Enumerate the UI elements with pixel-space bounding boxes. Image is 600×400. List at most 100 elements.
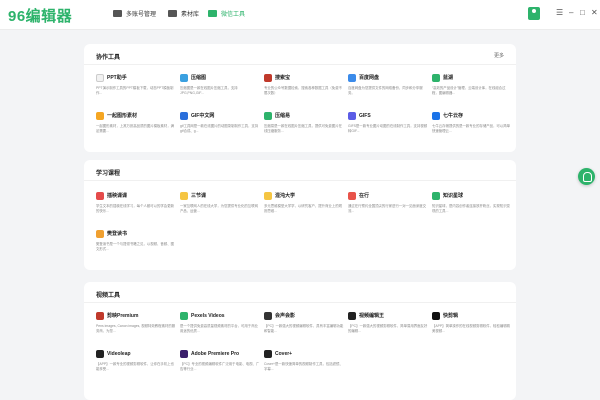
tool-description: Pens images, Canon images, 视频特效教程素材的服务商，… [96,324,176,333]
tool-name: 插秧课课 [107,193,128,199]
tool-description: 【PC】专业的视频编辑软件广泛用于电影、电视、广告等行业... [180,362,260,371]
tool-description: 专业的公众号数据检索，搜索各种数据工具（免费不限次数） [264,86,342,95]
tool-name: 压缩易 [275,113,291,119]
tool-name: Videoleap [107,351,131,357]
tool-item[interactable]: Videoleap 【APP】一款专业的视频剪辑软件，让你在手机上也能享受... [96,350,176,380]
tool-item[interactable]: 剪映Premium Pens images, Canon images, 视频特效… [96,312,176,342]
tool-name: 压缩图 [191,75,207,81]
tool-icon [180,192,188,200]
tool-description: gif工具网是一款在线图片的动图录制制作工具，支持gif合成、g... [180,124,259,133]
tool-icon [432,74,440,82]
tool-name: GIFS [359,113,371,119]
tool-item[interactable]: 樊登读书 樊登读书是一个与提领书籍之见，以视频、音频、图文形式... [96,230,176,260]
tool-item[interactable]: 会声会影 【PC】一款强大的视频编辑软件，具有丰富编辑功能和智能... [264,312,344,342]
section-title: 协作工具 [96,55,121,61]
tool-item[interactable]: Adobe Premiere Pro 【PC】专业的视频编辑软件广泛用于电影、电视… [180,350,260,380]
tool-description: 学生文本的插秧在线学习，每个人都可以的学会更新的快乐... [96,204,174,213]
tool-description: 百度网盘为您提供文件的网络备份、同步和分享服务。 [348,86,423,95]
tool-name: 视频编辑王 [359,313,385,319]
divider [84,302,516,303]
nav-label: 多账号管理 [126,12,157,18]
tool-name: PPT助手 [107,75,127,81]
tool-item[interactable]: Cover+ Cover+是一款快速简单的视频制作工具，包括滤镜、字幕... [264,350,344,380]
user-avatar[interactable] [528,7,540,20]
tool-description: 【PC】一款强大的视频剪辑软件，简单易用界面友好的编辑... [348,324,428,333]
tool-name: 搜索宝 [275,75,291,81]
study-courses-card: 学习课程 插秧课课 学生文本的插秧在线学习，每个人都可以的学会更新的快乐... 三节… [84,160,516,270]
tool-icon [180,74,188,82]
tool-icon [348,74,356,82]
tool-item[interactable]: 七牛云存 七牛云存储提供的是一款专业的存储产品，可以简单快速管理云... [432,112,512,142]
tool-name: 混沌大学 [275,193,296,199]
tool-icon [348,312,356,320]
tool-item[interactable]: 压缩易 压缩易是一款在线图片压缩工具，提供可免费图片在线压缩服务... [264,112,344,142]
tool-name: 三节课 [191,193,207,199]
video-tools-card: 视频工具 剪映Premium Pens images, Canon images,… [84,282,516,400]
app-logo[interactable]: 96编辑器 [8,5,72,26]
nav-wechat-tools[interactable]: 微信工具 [208,9,245,18]
tool-icon [432,112,440,120]
tool-item[interactable]: 蓝湖 “高效的产品设计”管理，云端设计库，在线组合过程，图编辑器... [432,74,512,104]
tool-description: PPT演示制作工具的PPT模板下载，动态PPT模板制作... [96,86,174,95]
tool-icon [180,312,188,320]
tool-icon [96,230,104,238]
tool-icon [432,192,440,200]
tool-item[interactable]: Pexels Videos 是一个提供免费高质量视频素材的平台，可用于商业用途的优… [180,312,260,342]
tool-item[interactable]: 一起图形素材 一起图形素材，上其万张高品质的图片模板素材，满足需要... [96,112,176,142]
tool-description: 樊登读书是一个与提领书籍之见，以视频、音频、图文形式... [96,242,174,251]
tool-icon [264,192,272,200]
tool-item[interactable]: 快剪辑 【APP】简单操作的在线视频剪辑软件，轻松编辑精美视频... [432,312,512,342]
tool-icon [264,112,272,120]
tool-description: GIFS是一款专业图片动图的在线制作工具，支持视频转GIF... [348,124,428,133]
tool-item[interactable]: 在行 通过在行预约全国顶尖的行家进行一对一见面深度交流... [348,192,428,222]
section-title: 学习课程 [96,171,121,177]
nav-multi-account[interactable]: 多账号管理 [113,9,156,18]
floating-assistant-button[interactable] [578,168,595,185]
tool-name: 百度网盘 [359,75,380,81]
tool-item[interactable]: 百度网盘百度网盘为您提供文件的网络备份、同步和分享服务。 [348,74,428,104]
tool-description: 通过在行预约全国顶尖的行家进行一对一见面深度交流... [348,204,426,213]
tool-description: 知识星球，是内容创作者连接铁杆粉丝，实现知识变现的工具... [432,204,510,213]
tool-item[interactable]: GIF中文网 gif工具网是一款在线图片的动图录制制作工具，支持gif合成、g..… [180,112,260,142]
nav-material-library[interactable]: 素材库 [168,9,199,18]
tool-description: Cover+是一款快速简单的视频制作工具，包括滤镜、字幕... [264,362,343,371]
tool-item[interactable]: 知识星球知识星球，是内容创作者连接铁杆粉丝，实现知识变现的工具... [432,192,512,222]
collab-tools-card: 协作工具 更多 PPT助手 PPT演示制作工具的PPT模板下载，动态PPT模板制作… [84,44,516,152]
maximize-icon[interactable]: □ [580,9,585,17]
tool-icon [96,312,104,320]
tool-item[interactable]: 混沌大学多元思维模型大学学，以研究客户、提升商业上的规则思维... [264,192,344,222]
minimize-icon[interactable]: – [569,9,573,17]
close-icon[interactable]: ✕ [591,9,598,17]
tool-icon [96,112,104,120]
tool-item[interactable]: 搜索宝专业的公众号数据检索，搜索各种数据工具（免费不限次数） [264,74,344,104]
tool-item[interactable]: 压缩图 压缩图是一款在线图片压缩工具，支持JPG,PNG,GIF... [180,74,260,104]
tool-item[interactable]: 三节课一家互联网人的在线大学，为您提供专业化的互联网产品、运营... [180,192,260,222]
tool-name: 会声会影 [275,313,296,319]
tool-item[interactable]: 插秧课课学生文本的插秧在线学习，每个人都可以的学会更新的快乐... [96,192,176,222]
tool-item[interactable]: 视频编辑王【PC】一款强大的视频剪辑软件，简单易用界面友好的编辑... [348,312,428,342]
tool-item[interactable]: GIFS GIFS是一款专业图片动图的在线制作工具，支持视频转GIF... [348,112,428,142]
tool-description: 一家互联网人的在线大学，为您提供专业化的互联网产品、运营... [180,204,258,213]
more-link[interactable]: 更多 [494,52,504,59]
tool-item[interactable]: PPT助手 PPT演示制作工具的PPT模板下载，动态PPT模板制作... [96,74,176,104]
menu-icon[interactable]: ☰ [556,9,563,17]
tool-icon [348,192,356,200]
tool-icon [432,312,440,320]
tool-icon [264,350,272,358]
tool-icon [96,350,104,358]
divider [84,180,516,181]
tool-name: Adobe Premiere Pro [191,351,240,357]
tool-description: 多元思维模型大学学，以研究客户、提升商业上的规则思维... [264,204,342,213]
account-icon [113,10,122,17]
section-title: 视频工具 [96,293,121,299]
tool-name: 知识星球 [443,193,464,199]
tool-description: 七牛云存储提供的是一款专业的存储产品，可以简单快速管理云... [432,124,510,133]
library-icon [168,10,177,17]
tool-name: 快剪辑 [443,313,459,319]
nav-label: 素材库 [181,12,200,18]
tool-name: 蓝湖 [443,75,454,81]
tool-name: GIF中文网 [191,113,215,119]
tool-name: 剪映Premium [107,313,139,319]
nav-label: 微信工具 [221,12,246,18]
tool-icon [348,112,356,120]
